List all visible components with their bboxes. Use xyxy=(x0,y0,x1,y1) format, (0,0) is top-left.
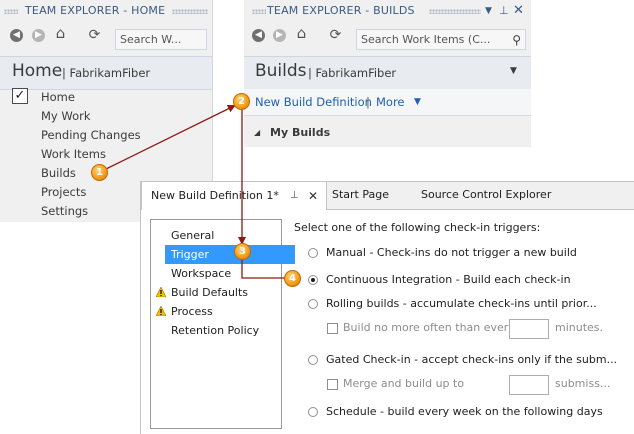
tab-new-build-definition[interactable]: New Build Definition 1* ⊥ ✕ xyxy=(141,182,327,210)
gated-merge-label: Merge and build up to xyxy=(343,377,465,390)
nav-item-builds[interactable]: Builds xyxy=(41,166,76,180)
home-icon[interactable]: ⌂ xyxy=(295,26,308,41)
section-trigger[interactable]: Trigger xyxy=(165,245,295,264)
continuous-integration-radio[interactable] xyxy=(308,275,318,285)
dropdown-icon[interactable]: ▼ xyxy=(485,0,492,22)
collapse-icon[interactable]: ◢ xyxy=(254,128,260,137)
rolling-builds-label[interactable]: Rolling builds - accumulate check-ins un… xyxy=(326,297,597,310)
project-name: | FabrikamFiber xyxy=(308,66,397,80)
refresh-icon[interactable]: ⟳ xyxy=(88,28,101,42)
tab-source-control-explorer[interactable]: Source Control Explorer xyxy=(421,182,551,208)
rolling-minutes-input[interactable] xyxy=(509,319,549,339)
my-builds-section-title[interactable]: My Builds xyxy=(270,126,330,139)
search-input[interactable]: Search W... xyxy=(115,29,207,50)
links-bar: New Build Definition | More ▼ xyxy=(244,89,531,116)
back-icon[interactable]: ◀ xyxy=(10,29,23,42)
pin-icon[interactable]: ⊥ xyxy=(290,183,299,209)
manual-label[interactable]: Manual - Check-ins do not trigger a new … xyxy=(326,246,577,259)
project-name: | FabrikamFiber xyxy=(62,66,151,80)
page-title: Home xyxy=(12,61,63,81)
panel-title: TEAM EXPLORER - HOME xyxy=(25,4,166,17)
new-build-definition-link[interactable]: New Build Definition xyxy=(255,95,372,109)
gated-checkin-label[interactable]: Gated Check-in - accept check-ins only i… xyxy=(326,353,617,366)
tab-label: New Build Definition 1* xyxy=(151,189,279,202)
home-icon[interactable]: ⌂ xyxy=(54,26,67,41)
rolling-limit-label: Build no more often than every xyxy=(343,321,515,334)
search-placeholder: Search Work Items (C... xyxy=(361,33,491,46)
nav-item-work-items[interactable]: Work Items xyxy=(41,147,106,161)
schedule-radio[interactable] xyxy=(308,407,318,417)
gated-submissions-input[interactable] xyxy=(509,375,549,395)
home-checkbox-icon: ✓ xyxy=(12,88,28,104)
rolling-minutes-unit: minutes. xyxy=(555,321,604,334)
rolling-limit-checkbox[interactable] xyxy=(327,323,338,334)
panel-title-bar[interactable]: TEAM EXPLORER - BUILDS ▼ ⊥ ✕ xyxy=(244,0,531,22)
nav-item-my-work[interactable]: My Work xyxy=(41,109,91,123)
page-title: Builds xyxy=(255,61,307,81)
more-link[interactable]: More xyxy=(376,95,405,109)
header-dropdown-icon[interactable]: ▼ xyxy=(510,66,517,76)
page-header: Home | FabrikamFiber xyxy=(0,56,212,90)
forward-icon[interactable]: ▶ xyxy=(32,29,45,42)
forward-icon[interactable]: ▶ xyxy=(273,29,286,42)
gated-merge-checkbox[interactable] xyxy=(327,379,338,390)
section-retention-policy[interactable]: Retention Policy xyxy=(171,321,259,340)
section-list: General Trigger Workspace Build Defaults… xyxy=(150,219,295,429)
more-dropdown-icon[interactable]: ▼ xyxy=(414,97,421,107)
gated-submissions-unit: submiss... xyxy=(555,377,611,390)
callout-3: 3 xyxy=(234,243,251,260)
section-workspace[interactable]: Workspace xyxy=(171,264,231,283)
close-icon[interactable]: ✕ xyxy=(308,183,318,209)
document-tab-bar: New Build Definition 1* ⊥ ✕ Start Page S… xyxy=(141,182,634,210)
callout-2: 2 xyxy=(233,93,250,110)
warning-icon xyxy=(156,287,166,297)
link-separator: | xyxy=(366,95,370,109)
close-icon[interactable]: ✕ xyxy=(513,0,524,22)
nav-item-pending-changes[interactable]: Pending Changes xyxy=(41,128,141,142)
nav-item-home[interactable]: Home xyxy=(41,90,75,104)
page-header: Builds | FabrikamFiber ▼ xyxy=(244,56,531,90)
gated-checkin-radio[interactable] xyxy=(308,355,318,365)
trigger-instruction: Select one of the following check-in tri… xyxy=(294,221,541,234)
team-explorer-builds-panel: TEAM EXPLORER - BUILDS ▼ ⊥ ✕ ◀ ▶ ⌂ ⟳ Sea… xyxy=(244,0,531,147)
pin-icon[interactable]: ⊥ xyxy=(499,0,509,22)
search-icon[interactable]: ⚲ xyxy=(512,30,521,50)
callout-4: 4 xyxy=(284,270,301,287)
schedule-label[interactable]: Schedule - build every week on the follo… xyxy=(326,405,603,418)
section-process[interactable]: Process xyxy=(171,302,213,321)
back-icon[interactable]: ◀ xyxy=(252,29,265,42)
grip-icon xyxy=(4,9,18,14)
panel-title: TEAM EXPLORER - BUILDS xyxy=(267,4,415,17)
search-work-items-input[interactable]: Search Work Items (C... ⚲ xyxy=(356,29,526,50)
panel-title-bar[interactable]: TEAM EXPLORER - HOME xyxy=(0,0,212,22)
callout-1: 1 xyxy=(91,164,108,181)
grip-icon xyxy=(172,9,208,14)
nav-item-settings[interactable]: Settings xyxy=(41,204,88,218)
rolling-builds-radio[interactable] xyxy=(308,299,318,309)
nav-item-projects[interactable]: Projects xyxy=(41,185,86,199)
section-build-defaults[interactable]: Build Defaults xyxy=(171,283,248,302)
manual-radio[interactable] xyxy=(308,248,318,258)
continuous-integration-label[interactable]: Continuous Integration - Build each chec… xyxy=(326,273,571,286)
grip-icon xyxy=(252,9,266,14)
refresh-icon[interactable]: ⟳ xyxy=(329,28,342,42)
warning-icon xyxy=(156,306,166,316)
section-general[interactable]: General xyxy=(171,226,214,245)
grip-icon xyxy=(429,9,481,14)
tab-start-page[interactable]: Start Page xyxy=(332,182,389,208)
build-definition-editor: New Build Definition 1* ⊥ ✕ Start Page S… xyxy=(140,181,634,434)
